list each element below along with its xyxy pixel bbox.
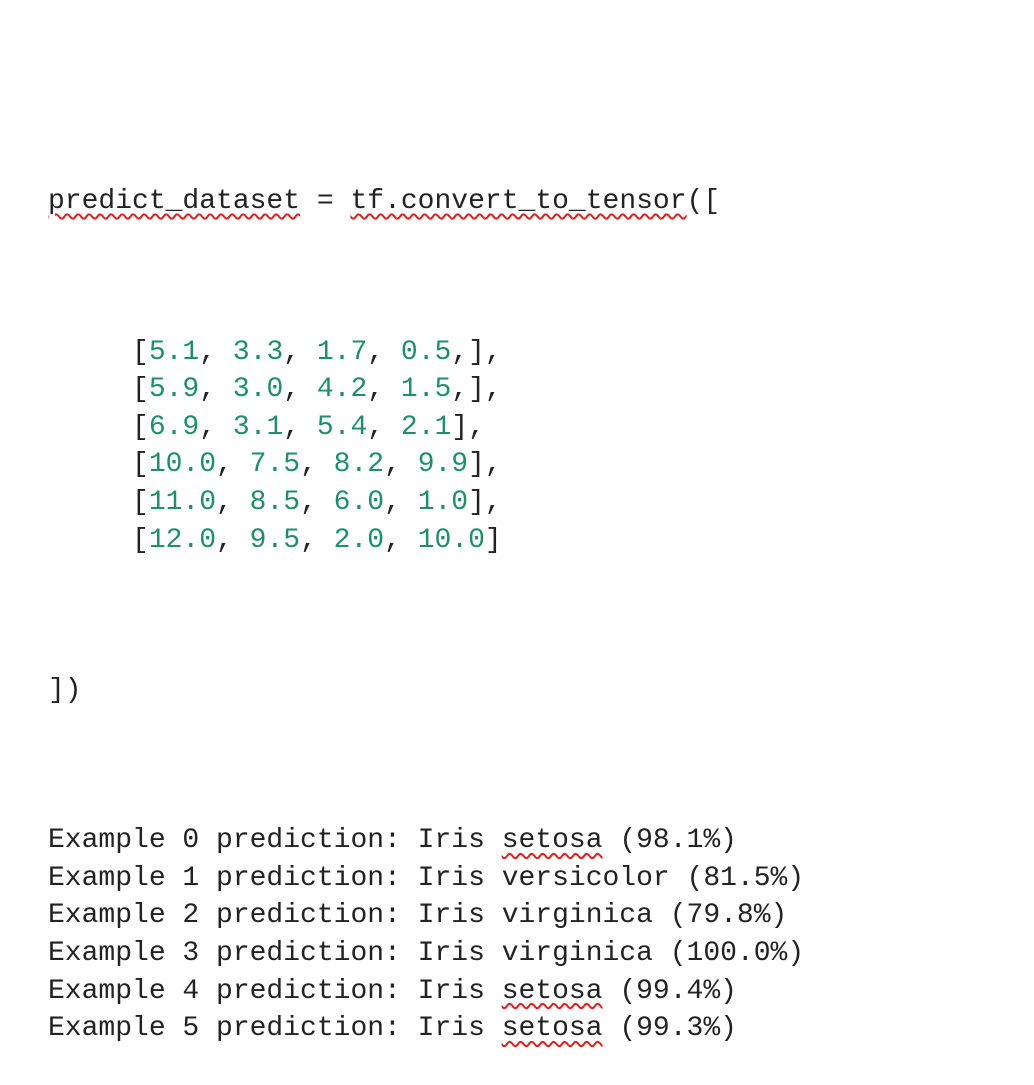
row-value: 6.0 [333, 486, 385, 518]
row-open-bracket: [ [132, 411, 149, 443]
confidence: (99.4%) [602, 975, 737, 1007]
row-open-bracket: [ [132, 449, 149, 481]
row-value: 2.0 [333, 524, 385, 556]
confidence: (100.0%) [652, 938, 805, 970]
assign-line: predict_dataset = tf.convert_to_tensor([ [48, 183, 804, 221]
value-separator: , [199, 411, 233, 443]
equals-sign: = [300, 186, 351, 218]
species-name: setosa [501, 825, 603, 857]
variable-name: predict_dataset [48, 186, 301, 218]
species-name: versicolor [501, 862, 670, 894]
row-value: 2.1 [400, 411, 452, 443]
species-name: virginica [501, 938, 653, 970]
species-name: setosa [501, 975, 603, 1007]
row-value: 3.0 [232, 374, 284, 406]
prediction-line: Example 1 prediction: Iris versicolor (8… [48, 860, 804, 898]
prediction-prefix: Example 2 prediction: Iris [48, 900, 502, 932]
row-open-bracket: [ [132, 374, 149, 406]
confidence: (98.1%) [602, 825, 737, 857]
row-open-bracket: [ [132, 336, 149, 368]
prediction-prefix: Example 4 prediction: Iris [48, 975, 502, 1007]
value-separator: , [300, 486, 334, 518]
tensor-row: [5.1, 3.3, 1.7, 0.5,], [48, 334, 804, 372]
tensor-row: [11.0, 8.5, 6.0, 1.0], [48, 484, 804, 522]
value-separator: , [283, 374, 317, 406]
value-separator: , [216, 524, 250, 556]
row-value: 12.0 [148, 524, 217, 556]
row-value: 9.5 [249, 524, 301, 556]
value-separator: , [300, 449, 334, 481]
prediction-prefix: Example 3 prediction: Iris [48, 938, 502, 970]
prediction-prefix: Example 0 prediction: Iris [48, 825, 502, 857]
row-ending: ], [451, 411, 485, 443]
row-value: 3.1 [232, 411, 284, 443]
prediction-line: Example 2 prediction: Iris virginica (79… [48, 897, 804, 935]
row-open-bracket: [ [132, 486, 149, 518]
row-ending: ,], [451, 374, 502, 406]
tensor-row: [6.9, 3.1, 5.4, 2.1], [48, 409, 804, 447]
value-separator: , [199, 336, 233, 368]
row-value: 1.5 [400, 374, 452, 406]
row-value: 9.9 [417, 449, 469, 481]
code-listing: predict_dataset = tf.convert_to_tensor([… [48, 108, 804, 1085]
value-separator: , [199, 374, 233, 406]
row-value: 5.4 [316, 411, 368, 443]
tensor-row: [5.9, 3.0, 4.2, 1.5,], [48, 371, 804, 409]
row-value: 10.0 [417, 524, 485, 556]
row-value: 7.5 [249, 449, 301, 481]
row-value: 1.7 [316, 336, 368, 368]
species-name: virginica [501, 900, 653, 932]
row-ending: ], [468, 486, 502, 518]
confidence: (79.8%) [652, 900, 788, 932]
page: { "code": { "assign": { "var_name": "pre… [0, 0, 1034, 1044]
value-separator: , [367, 336, 401, 368]
row-value: 8.5 [249, 486, 301, 518]
open-brackets: ([ [686, 186, 721, 218]
row-ending: ], [468, 449, 502, 481]
row-value: 8.2 [333, 449, 385, 481]
row-ending: ] [484, 524, 502, 556]
value-separator: , [300, 524, 334, 556]
prediction-line: Example 4 prediction: Iris setosa (99.4%… [48, 973, 804, 1011]
value-separator: , [283, 411, 317, 443]
row-open-bracket: [ [132, 524, 149, 556]
function-name: tf.convert_to_tensor [350, 186, 687, 218]
row-value: 4.2 [316, 374, 368, 406]
row-value: 5.9 [148, 374, 200, 406]
value-separator: , [384, 486, 418, 518]
tensor-rows: [5.1, 3.3, 1.7, 0.5,], [5.9, 3.0, 4.2, 1.… [48, 334, 804, 560]
prediction-output: Example 0 prediction: Iris setosa (98.1%… [48, 822, 804, 1048]
row-ending: ,], [451, 336, 502, 368]
prediction-prefix: Example 1 prediction: Iris [48, 862, 502, 894]
close-line: ]) [48, 674, 82, 706]
row-value: 10.0 [148, 449, 217, 481]
row-value: 6.9 [148, 411, 200, 443]
value-separator: , [367, 374, 401, 406]
value-separator: , [384, 449, 418, 481]
species-name: setosa [501, 1013, 603, 1045]
row-value: 0.5 [400, 336, 452, 368]
value-separator: , [283, 336, 317, 368]
value-separator: , [216, 486, 250, 518]
row-value: 5.1 [148, 336, 200, 368]
row-value: 1.0 [417, 486, 469, 518]
prediction-line: Example 5 prediction: Iris setosa (99.3%… [48, 1010, 804, 1048]
row-value: 3.3 [232, 336, 284, 368]
prediction-line: Example 0 prediction: Iris setosa (98.1%… [48, 822, 804, 860]
confidence: (81.5%) [669, 862, 805, 894]
value-separator: , [384, 524, 418, 556]
tensor-row: [10.0, 7.5, 8.2, 9.9], [48, 446, 804, 484]
value-separator: , [367, 411, 401, 443]
confidence: (99.3%) [602, 1013, 737, 1045]
value-separator: , [216, 449, 250, 481]
prediction-prefix: Example 5 prediction: Iris [48, 1013, 502, 1045]
row-value: 11.0 [148, 486, 217, 518]
tensor-row: [12.0, 9.5, 2.0, 10.0] [48, 522, 804, 560]
prediction-line: Example 3 prediction: Iris virginica (10… [48, 935, 804, 973]
